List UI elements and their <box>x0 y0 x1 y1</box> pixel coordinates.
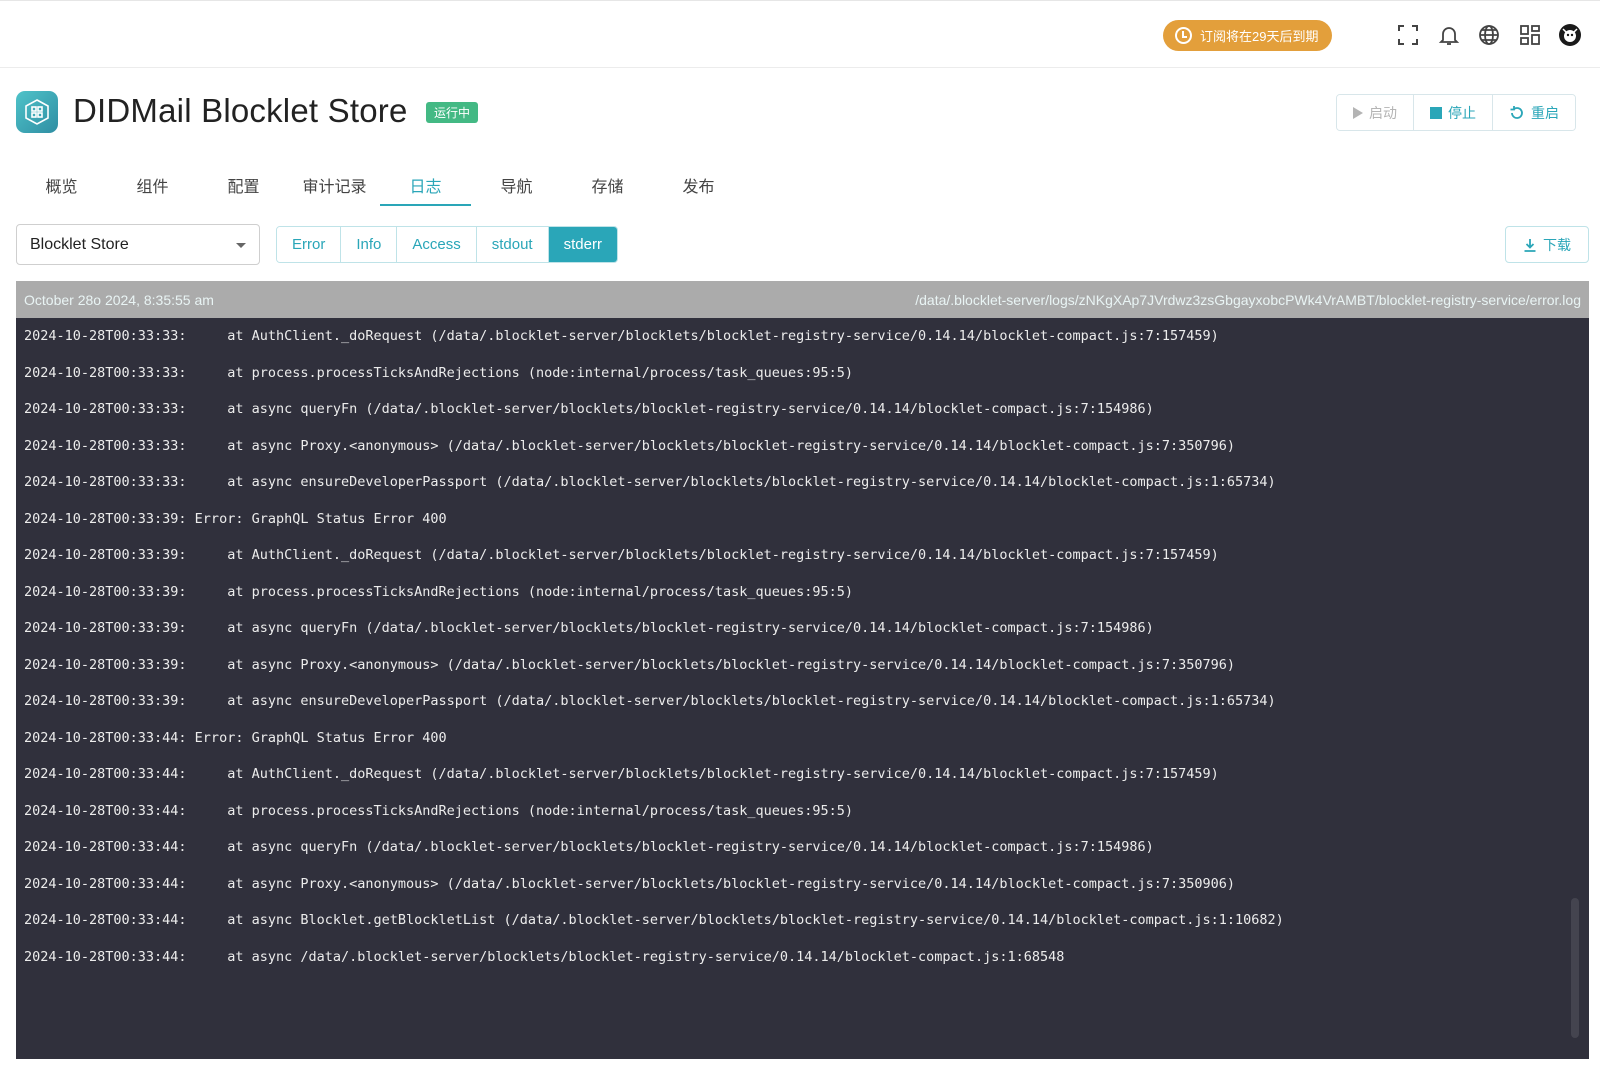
tab-config[interactable]: 配置 <box>198 164 289 206</box>
download-icon <box>1524 238 1536 252</box>
restart-button[interactable]: 重启 <box>1493 95 1575 130</box>
log-header: October 28o 2024, 8:35:55 am /data/.bloc… <box>16 281 1589 318</box>
status-badge: 运行中 <box>426 102 479 123</box>
log-line: 2024-10-28T00:33:33: at process.processT… <box>24 364 854 381</box>
caret-down-icon <box>236 243 246 248</box>
log-date: October 28o 2024, 8:35:55 am <box>24 291 214 308</box>
stop-button-label: 停止 <box>1448 104 1476 121</box>
top-bar: 订阅将在29天后到期 <box>0 0 1600 68</box>
bell-icon[interactable] <box>1436 22 1462 48</box>
play-icon <box>1353 106 1363 119</box>
tab-logs[interactable]: 日志 <box>380 164 471 206</box>
log-line: 2024-10-28T00:33:33: at async Proxy.<ano… <box>24 437 1236 454</box>
tab-navigation[interactable]: 导航 <box>471 164 562 206</box>
log-type-stderr[interactable]: stderr <box>548 227 617 262</box>
log-viewer[interactable]: 2024-10-28T00:33:33: at AuthClient._doRe… <box>16 318 1589 1059</box>
download-label: 下载 <box>1543 236 1571 253</box>
log-line: 2024-10-28T00:33:44: at async queryFn (/… <box>24 839 1154 856</box>
log-line: 2024-10-28T00:33:39: at async Proxy.<ano… <box>24 656 1236 673</box>
log-line: 2024-10-28T00:33:44: at async Proxy.<ano… <box>24 875 1236 892</box>
tab-publish[interactable]: 发布 <box>653 164 744 206</box>
subscription-label: 订阅将在29天后到期 <box>1200 29 1319 44</box>
subscription-badge[interactable]: 订阅将在29天后到期 <box>1163 20 1333 51</box>
log-line: 2024-10-28T00:33:39: at async queryFn (/… <box>24 620 1154 637</box>
fullscreen-icon[interactable] <box>1395 22 1421 48</box>
tab-components[interactable]: 组件 <box>107 164 198 206</box>
download-button[interactable]: 下载 <box>1505 226 1589 263</box>
log-line: 2024-10-28T00:33:39: at AuthClient._doRe… <box>24 547 1219 564</box>
clock-icon <box>1175 27 1192 44</box>
log-line: 2024-10-28T00:33:39: Error: GraphQL Stat… <box>24 510 447 527</box>
start-button-label: 启动 <box>1369 104 1397 121</box>
log-line: 2024-10-28T00:33:33: at async queryFn (/… <box>24 401 1154 418</box>
log-type-access[interactable]: Access <box>397 227 477 262</box>
log-type-info[interactable]: Info <box>341 227 398 262</box>
start-button[interactable]: 启动 <box>1337 95 1414 130</box>
globe-icon[interactable] <box>1476 22 1502 48</box>
stop-button[interactable]: 停止 <box>1414 95 1493 130</box>
log-line: 2024-10-28T00:33:44: at async /data/.blo… <box>24 948 1065 965</box>
app-logo-icon <box>16 91 58 133</box>
apps-grid-icon[interactable] <box>1517 22 1543 48</box>
restart-icon <box>1510 105 1523 119</box>
log-line: 2024-10-28T00:33:44: at async Blocklet.g… <box>24 912 1284 929</box>
stop-icon <box>1430 106 1442 119</box>
log-type-error[interactable]: Error <box>277 227 342 262</box>
log-type-selector: Error Info Access stdout stderr <box>276 226 618 263</box>
log-line: 2024-10-28T00:33:44: Error: GraphQL Stat… <box>24 729 447 746</box>
tab-audit-log[interactable]: 审计记录 <box>289 164 380 206</box>
log-line: 2024-10-28T00:33:44: at process.processT… <box>24 802 854 819</box>
tab-bar: 概览 组件 配置 审计记录 日志 导航 存储 发布 <box>16 164 744 206</box>
action-button-group: 启动 停止 重启 <box>1336 94 1576 131</box>
log-file-path: /data/.blocklet-server/logs/zNKgXAp7JVrd… <box>915 291 1581 308</box>
component-select-value: Blocklet Store <box>30 235 129 253</box>
component-select[interactable]: Blocklet Store <box>16 224 260 265</box>
log-line: 2024-10-28T00:33:39: at process.processT… <box>24 583 854 600</box>
log-scrollbar[interactable] <box>1571 898 1579 1038</box>
restart-button-label: 重启 <box>1531 104 1559 121</box>
tab-overview[interactable]: 概览 <box>16 164 107 206</box>
page-title: DIDMail Blocklet Store <box>73 92 408 129</box>
log-line: 2024-10-28T00:33:39: at async ensureDeve… <box>24 693 1276 710</box>
log-type-stdout[interactable]: stdout <box>476 227 549 262</box>
log-line: 2024-10-28T00:33:33: at AuthClient._doRe… <box>24 328 1219 345</box>
avatar[interactable] <box>1557 22 1583 48</box>
log-line: 2024-10-28T00:33:33: at async ensureDeve… <box>24 474 1276 491</box>
log-line: 2024-10-28T00:33:44: at AuthClient._doRe… <box>24 766 1219 783</box>
log-lines: 2024-10-28T00:33:33: at AuthClient._doRe… <box>24 318 1284 975</box>
tab-storage[interactable]: 存储 <box>562 164 653 206</box>
